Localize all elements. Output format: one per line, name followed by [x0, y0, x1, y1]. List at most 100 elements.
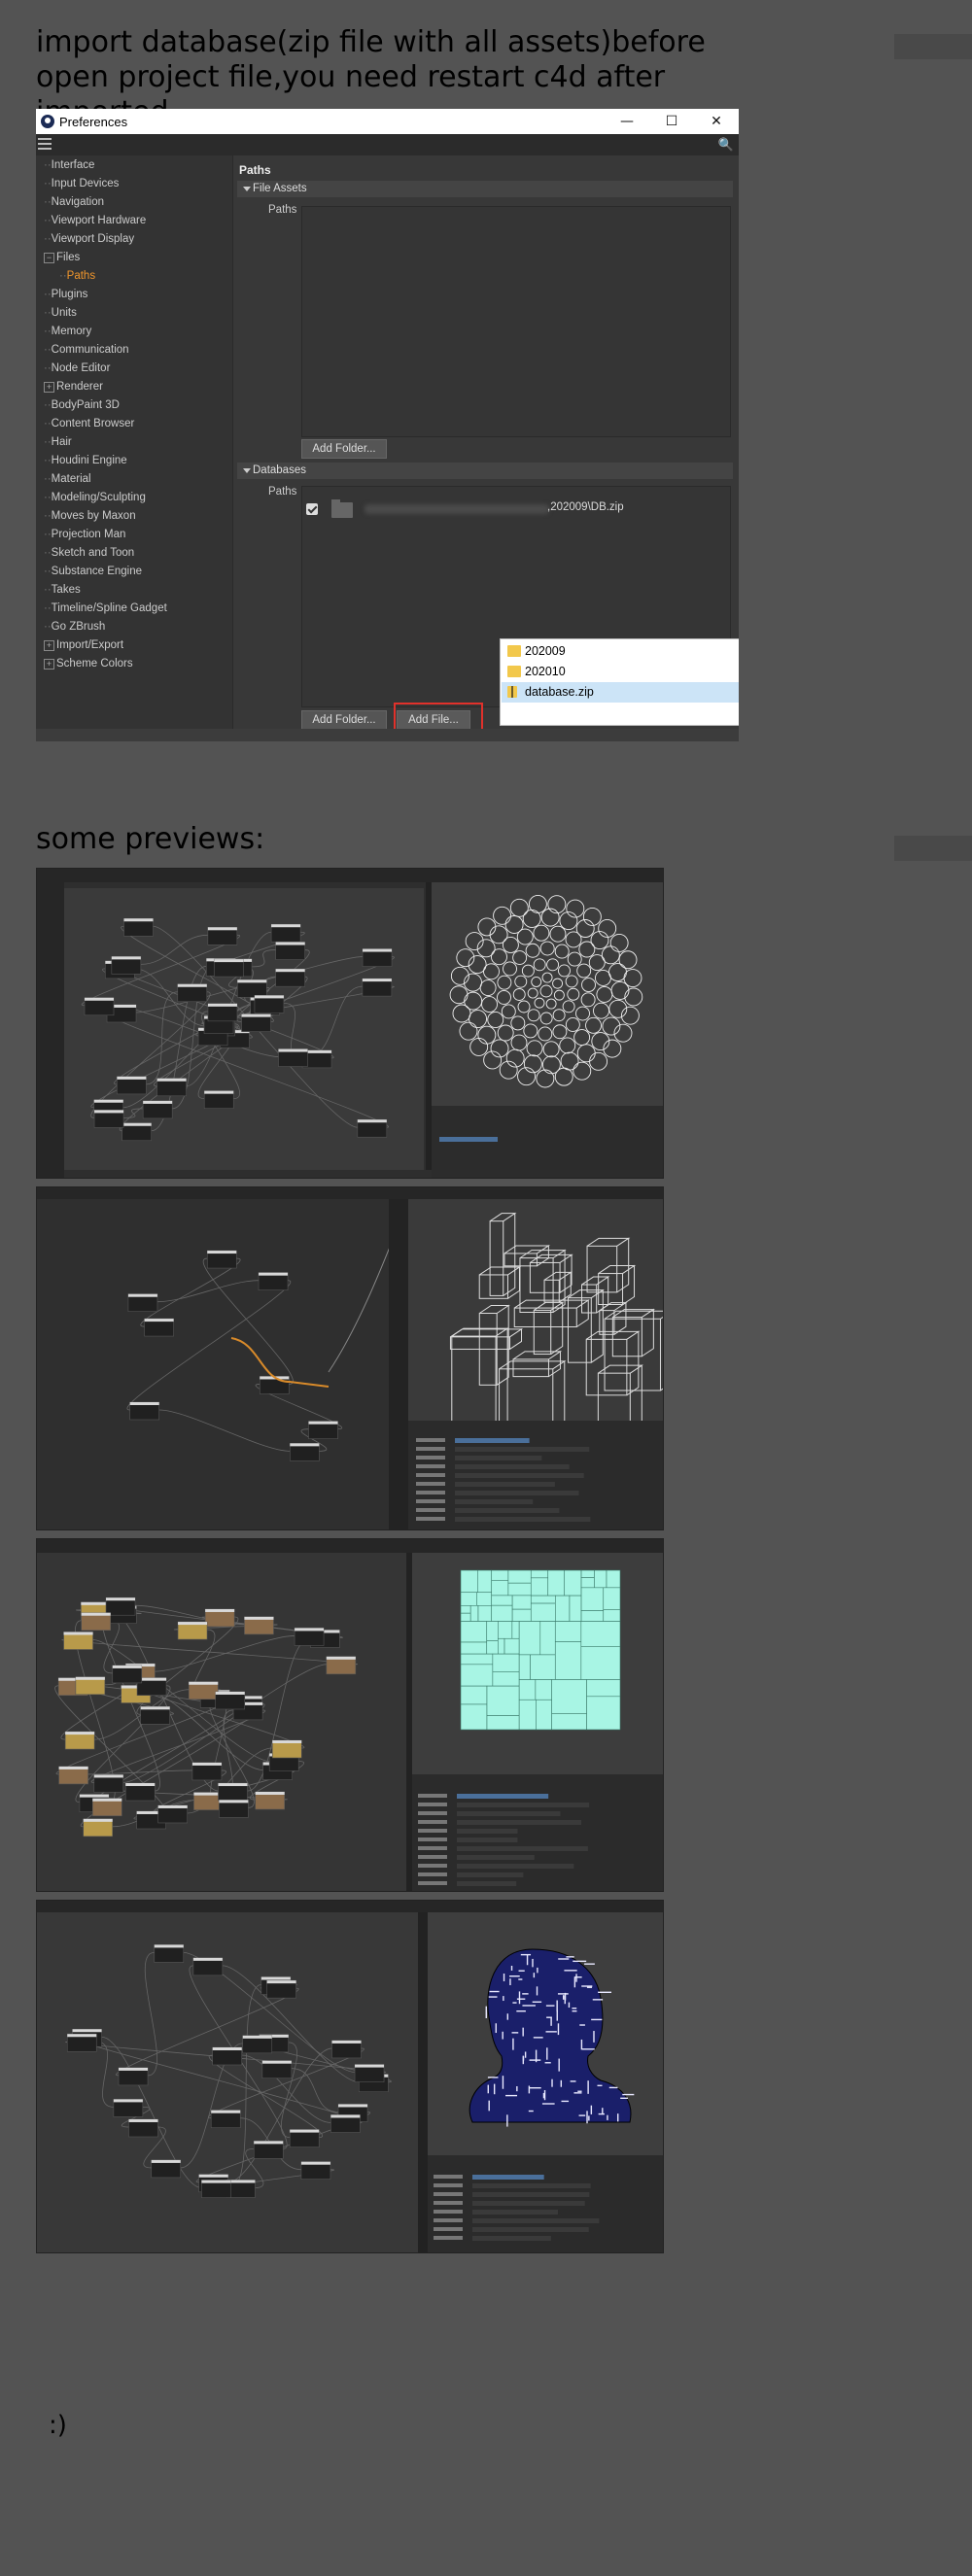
tree-connector: ··: [44, 566, 52, 577]
minimize-button[interactable]: —: [605, 109, 649, 134]
file-assets-add-folder-button[interactable]: Add Folder...: [301, 439, 387, 459]
attr-field: [457, 1803, 590, 1807]
tree-item-label: Files: [56, 252, 81, 263]
hamburger-menu-icon[interactable]: [38, 138, 52, 150]
tree-item-modeling-sculpting[interactable]: ··Modeling/Sculpting: [44, 492, 146, 510]
treemap-cell: [535, 1679, 552, 1700]
graph-node-header: [63, 1631, 93, 1635]
treemap-cell: [460, 1605, 471, 1614]
search-icon[interactable]: 🔍: [718, 137, 734, 153]
tree-item-projection-man[interactable]: ··Projection Man: [44, 529, 125, 547]
attr-label: [418, 1811, 447, 1815]
tree-item-houdini-engine[interactable]: ··Houdini Engine: [44, 455, 127, 473]
tree-item-label: Renderer: [56, 381, 103, 393]
tree-item-sketch-and-toon[interactable]: ··Sketch and Toon: [44, 547, 134, 566]
maximize-button[interactable]: ☐: [649, 109, 694, 134]
file-assets-path-list[interactable]: [301, 206, 731, 437]
tree-item-label: Node Editor: [51, 362, 111, 374]
attr-label: [418, 1803, 447, 1806]
database-enable-checkbox[interactable]: [306, 503, 318, 515]
close-button[interactable]: ✕: [694, 109, 739, 134]
tree-item-units[interactable]: ··Units: [44, 307, 77, 326]
tree-item-files[interactable]: − Files: [44, 252, 80, 270]
side-tab-top: [894, 34, 972, 59]
file-popup-item[interactable]: 202010: [502, 662, 739, 682]
graph-node-header: [113, 2099, 143, 2103]
graph-node-header: [357, 1119, 387, 1123]
tree-item-label: Interface: [51, 159, 95, 171]
attr-label: [418, 1881, 447, 1885]
graph-node-header: [128, 2118, 158, 2122]
tree-item-paths[interactable]: ··Paths: [59, 270, 95, 289]
tree-item-label: BodyPaint 3D: [51, 399, 120, 411]
tree-item-viewport-hardware[interactable]: ··Viewport Hardware: [44, 215, 146, 233]
expand-toggle-icon[interactable]: +: [44, 382, 54, 393]
attr-label: [434, 2218, 463, 2222]
file-assets-section-header[interactable]: File Assets: [237, 181, 733, 197]
expand-toggle-icon[interactable]: −: [44, 253, 54, 263]
preview-4-maze-head: [36, 1900, 664, 2253]
attr-label: [434, 2183, 463, 2187]
graph-node-header: [75, 1676, 105, 1680]
treemap-cell: [569, 1595, 582, 1622]
attr-field: [472, 2192, 590, 2197]
tree-item-hair[interactable]: ··Hair: [44, 436, 72, 455]
treemap-cell: [518, 1679, 537, 1700]
treemap-cell: [492, 1653, 520, 1672]
databases-paths-label: Paths: [268, 486, 297, 498]
tree-item-bodypaint-3d[interactable]: ··BodyPaint 3D: [44, 399, 120, 418]
graph-node-header: [241, 1013, 271, 1017]
treemap-cell: [507, 1582, 532, 1597]
databases-add-folder-button[interactable]: Add Folder...: [301, 710, 387, 730]
attr-label: [434, 2227, 463, 2231]
tree-item-memory[interactable]: ··Memory: [44, 326, 91, 344]
attr-field: [455, 1508, 560, 1513]
graph-node-header: [117, 1076, 147, 1080]
tree-item-interface[interactable]: ··Interface: [44, 159, 94, 178]
tree-item-timeline-spline-gadget[interactable]: ··Timeline/Spline Gadget: [44, 602, 167, 621]
attr-field: [455, 1491, 579, 1495]
graph-node-header: [261, 2060, 292, 2064]
tree-item-moves-by-maxon[interactable]: ··Moves by Maxon: [44, 510, 136, 529]
attr-label: [416, 1499, 445, 1503]
tree-item-communication[interactable]: ··Communication: [44, 344, 129, 362]
tree-item-node-editor[interactable]: ··Node Editor: [44, 362, 110, 381]
tree-connector: ··: [44, 547, 52, 559]
treemap-cell: [586, 1679, 621, 1698]
tree-item-renderer[interactable]: + Renderer: [44, 381, 103, 399]
tree-item-input-devices[interactable]: ··Input Devices: [44, 178, 119, 196]
tree-item-viewport-display[interactable]: ··Viewport Display: [44, 233, 134, 252]
tree-item-material[interactable]: ··Material: [44, 473, 91, 492]
attr-label: [416, 1447, 445, 1451]
tree-item-go-zbrush[interactable]: ··Go ZBrush: [44, 621, 105, 639]
databases-section-header[interactable]: Databases: [237, 463, 733, 479]
treemap-cell: [491, 1604, 513, 1622]
graph-node-header: [242, 2035, 272, 2039]
graph-node-header: [290, 2129, 320, 2133]
treemap-cell: [530, 1577, 549, 1597]
attr-field: [457, 1881, 517, 1886]
tree-item-substance-engine[interactable]: ··Substance Engine: [44, 566, 142, 584]
tree-item-scheme-colors[interactable]: + Scheme Colors: [44, 658, 133, 676]
tree-item-navigation[interactable]: ··Navigation: [44, 196, 104, 215]
treemap-cell: [511, 1595, 532, 1610]
tree-item-content-browser[interactable]: ··Content Browser: [44, 418, 134, 436]
expand-toggle-icon[interactable]: +: [44, 659, 54, 670]
graph-node-header: [177, 983, 207, 987]
treemap-cell: [564, 1569, 582, 1597]
treemap-cell: [580, 1610, 605, 1622]
graph-node-header: [308, 1421, 338, 1425]
tree-connector: ··: [44, 326, 52, 337]
tree-item-plugins[interactable]: ··Plugins: [44, 289, 87, 307]
file-popup-item[interactable]: database.zip: [502, 682, 739, 703]
file-popup-item[interactable]: 202009: [502, 641, 739, 662]
tree-item-import-export[interactable]: + Import/Export: [44, 639, 123, 658]
expand-toggle-icon[interactable]: +: [44, 640, 54, 651]
tree-item-takes[interactable]: ··Takes: [44, 584, 81, 602]
attr-label: [418, 1855, 447, 1859]
graph-node-header: [189, 1681, 219, 1685]
graph-node-header: [211, 2110, 241, 2113]
tree-connector: ··: [44, 602, 52, 614]
previews-label: some previews:: [36, 822, 265, 856]
graph-node-header: [218, 1783, 248, 1787]
